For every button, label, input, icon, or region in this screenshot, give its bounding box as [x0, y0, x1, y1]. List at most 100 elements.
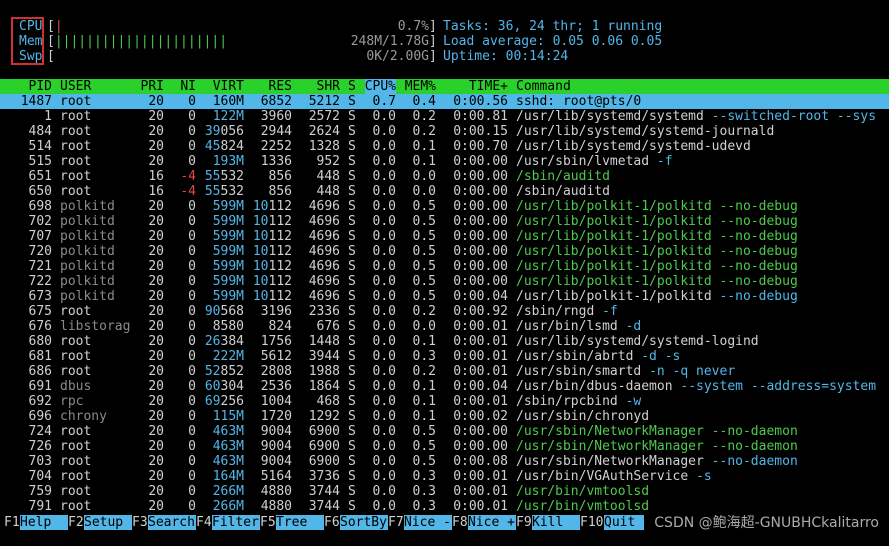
process-row[interactable]: 703 root 20 0 463M 9004 6900 S 0.0 0.5 0:00.08/usr…: [0, 454, 889, 469]
process-row[interactable]: 686 root 20 0 52852 2808 1988 S 0.0 0.2 0:00.01/us…: [0, 364, 889, 379]
column-header-shr[interactable]: SHR: [317, 79, 340, 94]
column-header-pri[interactable]: PRI: [141, 79, 164, 94]
process-row[interactable]: 698 polkitd 20 0 599M 10112 4696 S 0.0 0.5 0:00.00…: [0, 199, 889, 214]
cell-res: 1004: [260, 394, 292, 409]
fkey-f4-label[interactable]: Filter: [212, 515, 260, 530]
process-row[interactable]: 514 root 20 0 45824 2252 1328 S 0.0 0.1 0:00.70/us…: [0, 139, 889, 154]
column-header-res[interactable]: RES: [269, 79, 292, 94]
process-row[interactable]: 722 polkitd 20 0 599M 10112 4696 S 0.0 0.5 0:00.00…: [0, 274, 889, 289]
command-args: --no-debug: [719, 229, 798, 244]
column-header-pid[interactable]: PID: [29, 79, 52, 94]
process-row[interactable]: 692 rpc 20 0 69256 1004 468 S 0.0 0.1 0:00.01/sbin…: [0, 394, 889, 409]
process-row[interactable]: 791 root 20 0 266M 4880 3744 S 0.0 0.3 0:00.01/usr…: [0, 499, 889, 514]
cell-value-units: 532: [220, 169, 244, 184]
cell-command: /usr/lib/systemd/systemd-logind: [516, 334, 759, 349]
fkey-f7-label[interactable]: Nice -: [404, 515, 452, 530]
column-header-virt[interactable]: VIRT: [213, 79, 244, 94]
process-row[interactable]: 724 root 20 0 463M 9004 6900 S 0.0 0.5 0:00.00/usr…: [0, 424, 889, 439]
column-header-command[interactable]: Command: [516, 79, 571, 94]
cell-virt: 45824: [205, 139, 244, 154]
cell-value: 193M: [212, 154, 244, 169]
process-row[interactable]: 704 root 20 0 164M 5164 3736 S 0.0 0.3 0:00.01/usr…: [0, 469, 889, 484]
command-path: /usr/lib/systemd/systemd-logind: [516, 334, 759, 349]
process-row[interactable]: 681 root 20 0 222M 5612 3944 S 0.0 0.3 0:00.01/usr…: [0, 349, 889, 364]
fkey-f2-label[interactable]: Setup: [84, 515, 132, 530]
fkey-f9-label[interactable]: Kill: [532, 515, 580, 530]
column-header-state[interactable]: S: [348, 79, 356, 94]
cell-cpu: 0.0: [372, 499, 396, 514]
cell-value: 122M: [212, 109, 244, 124]
column-header-time[interactable]: TIME+: [469, 79, 508, 94]
command-path: /usr/sbin/chronyd: [516, 409, 650, 424]
command-args: --system --address=system: [680, 379, 877, 394]
column-header-mem[interactable]: MEM%: [405, 79, 436, 94]
process-row[interactable]: 691 dbus 20 0 60304 2536 1864 S 0.0 0.1 0:00.04/us…: [0, 379, 889, 394]
cell-time: 0:00.02: [453, 409, 508, 424]
process-row[interactable]: 1487 root 20 0 160M 6852 5212 S 0.7 0.4 0:00.56 ssh…: [0, 94, 889, 109]
command-path: /usr/sbin/NetworkManager: [516, 454, 704, 469]
fkey-f8-label[interactable]: Nice +: [468, 515, 516, 530]
process-row[interactable]: 707 polkitd 20 0 599M 10112 4696 S 0.0 0.5 0:00.00…: [0, 229, 889, 244]
process-row[interactable]: 696 chrony 20 0 115M 1720 1292 S 0.0 0.1 0:00.02/u…: [0, 409, 889, 424]
cell-shr: 2336: [308, 304, 340, 319]
process-row[interactable]: 676 libstorag 20 0 8580 824 676 S 0.0 0.0 0:00.01 /…: [0, 319, 889, 334]
cell-virt: 60304: [205, 379, 244, 394]
cell-user: polkitd: [60, 274, 115, 289]
cell-s: S: [348, 439, 356, 454]
process-row[interactable]: 721 polkitd 20 0 599M 10112 4696 S 0.0 0.5 0:00.00…: [0, 259, 889, 274]
command-args: --no-debug: [719, 274, 798, 289]
cell-mem: 0.5: [412, 439, 436, 454]
cell-mem: 0.5: [412, 229, 436, 244]
process-row[interactable]: 720 polkitd 20 0 599M 10112 4696 S 0.0 0.5 0:00.00…: [0, 244, 889, 259]
cell-time: 0:00.04: [453, 379, 508, 394]
cell-pri: 20: [148, 424, 164, 439]
fkey-f1: F1: [4, 515, 20, 530]
cell-res: 9004: [260, 454, 292, 469]
process-list[interactable]: 1487 root 20 0 160M 6852 5212 S 0.7 0.4 0:00.56 ssh…: [0, 94, 889, 514]
cell-pri: 20: [148, 439, 164, 454]
process-row[interactable]: 759 root 20 0 266M 4880 3744 S 0.0 0.3 0:00.01/usr…: [0, 484, 889, 499]
cell-command: /sbin/auditd: [516, 184, 610, 199]
process-row[interactable]: 651 root 16 -4 55532 856 448 S 0.0 0.0 0:00.00/sbi…: [0, 169, 889, 184]
process-row[interactable]: 675 root 20 0 90568 3196 2336 S 0.0 0.2 0:00.92/sb…: [0, 304, 889, 319]
process-row[interactable]: 702 polkitd 20 0 599M 10112 4696 S 0.0 0.5 0:00.00…: [0, 214, 889, 229]
cell-command: /usr/sbin/NetworkManager --no-daemon: [516, 424, 798, 439]
command-path: /usr/lib/systemd/systemd-udevd: [516, 139, 751, 154]
fkey-f10-label[interactable]: Quit: [604, 515, 644, 530]
cell-user: polkitd: [60, 244, 115, 259]
cell-cpu: 0.0: [372, 319, 396, 334]
cell-command: /usr/sbin/smartd -n -q never: [516, 364, 735, 379]
column-header-ni[interactable]: NI: [180, 79, 196, 94]
column-header-user[interactable]: USER: [60, 79, 91, 94]
command-path: /usr/sbin/NetworkManager: [516, 424, 704, 439]
process-row[interactable]: 673 polkitd 20 0 599M 10112 4696 S 0.0 0.5 0:00.04…: [0, 289, 889, 304]
cell-ni: 0: [188, 304, 196, 319]
process-row[interactable]: 650 root 16 -4 55532 856 448 S 0.0 0.0 0:00.00/sbi…: [0, 184, 889, 199]
cell-command: /usr/sbin/NetworkManager --no-daemon: [516, 454, 798, 469]
command-args: --no-debug: [719, 259, 798, 274]
cell-time: 0:00.01: [453, 499, 508, 514]
fkey-f6-label[interactable]: SortBy: [340, 515, 388, 530]
fkey-f5-label[interactable]: Tree: [276, 515, 324, 530]
cell-res: 10112: [253, 214, 292, 229]
cell-time: 0:00.15: [453, 124, 508, 139]
cell-ni: 0: [188, 154, 196, 169]
process-row[interactable]: 515 root 20 0 193M 1336 952 S 0.0 0.1 0:00.00/usr/…: [0, 154, 889, 169]
column-header-cpu[interactable]: CPU%: [364, 79, 396, 94]
fkey-f3-label[interactable]: Search: [148, 515, 196, 530]
column-header-bar[interactable]: PID USER PRI NI VIRT RES SHR S CPU% MEM% TIME+ Comm…: [0, 79, 889, 94]
process-row[interactable]: 726 root 20 0 463M 9004 6900 S 0.0 0.5 0:00.00/usr…: [0, 439, 889, 454]
process-row[interactable]: 484 root 20 0 39056 2944 2624 S 0.0 0.2 0:00.15/us…: [0, 124, 889, 139]
cell-time: 0:00.00: [453, 244, 508, 259]
cell-time: 0:00.04: [453, 289, 508, 304]
process-row[interactable]: 680 root 20 0 26384 1756 1448 S 0.0 0.1 0:00.01/us…: [0, 334, 889, 349]
cell-s: S: [348, 199, 356, 214]
command-args: --no-debug: [719, 244, 798, 259]
process-row[interactable]: 1 root 20 0 122M 3960 2572 S 0.0 0.2 0:00.81/usr/l…: [0, 109, 889, 124]
cell-cpu: 0.0: [372, 394, 396, 409]
cell-mem: 0.2: [412, 124, 436, 139]
fkey-f1-label[interactable]: Help: [20, 515, 68, 530]
cell-user: root: [60, 154, 92, 169]
cell-virt: 164M: [213, 469, 244, 484]
cell-ni: 0: [188, 289, 196, 304]
